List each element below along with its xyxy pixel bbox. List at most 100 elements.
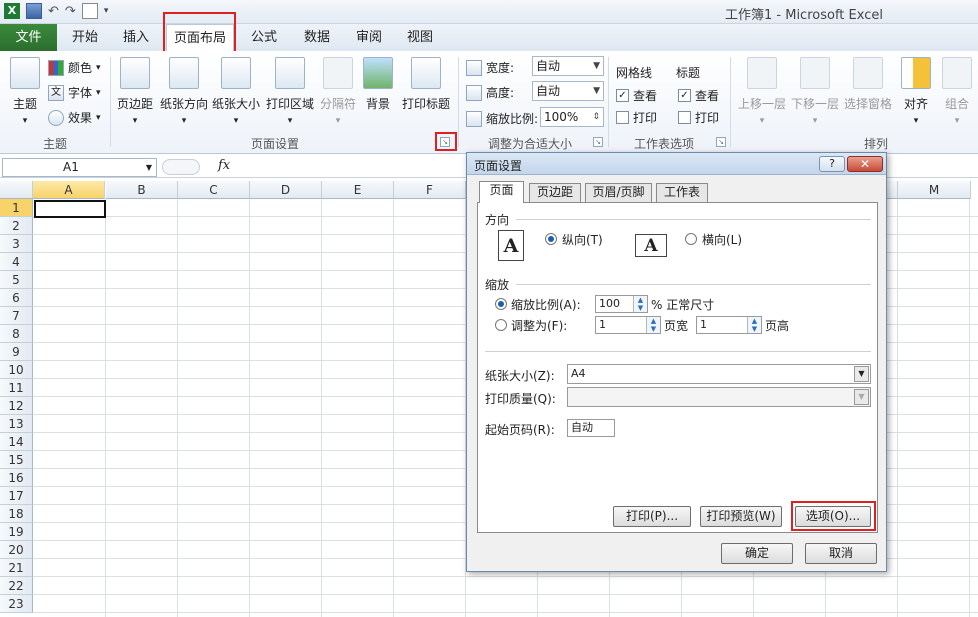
print-button[interactable]: 打印(P)...	[613, 506, 691, 527]
scale-spinner[interactable]: 100% ⇕	[540, 107, 604, 127]
first-page-number-input[interactable]: 自动	[567, 419, 615, 437]
print-titles-button[interactable]: 打印标题	[399, 57, 453, 112]
spinner-icon[interactable]: ▲ ▼	[646, 317, 660, 333]
spinner-icon[interactable]: ▲ ▼	[747, 317, 761, 333]
headings-print-checkbox[interactable]: 打印	[678, 109, 719, 126]
row-header[interactable]: 20	[0, 541, 33, 559]
row-header[interactable]: 3	[0, 235, 33, 253]
cancel-button[interactable]: 取消	[805, 543, 877, 564]
bring-forward-button[interactable]: 上移一层 ▾	[736, 57, 788, 126]
row-header[interactable]: 7	[0, 307, 33, 325]
dialog-tab-page[interactable]: 页面	[479, 181, 524, 203]
fit-to-radio[interactable]	[495, 319, 507, 331]
tab-home[interactable]: 开始	[62, 24, 108, 51]
paper-size-select[interactable]: A4 ▼	[567, 364, 871, 384]
close-button[interactable]: ✕	[847, 156, 883, 172]
insert-function-icon[interactable]: fx	[218, 158, 230, 173]
column-header[interactable]: C	[178, 181, 250, 199]
column-header[interactable]: B	[106, 181, 178, 199]
send-backward-button[interactable]: 下移一层 ▾	[789, 57, 841, 126]
row-header[interactable]: 9	[0, 343, 33, 361]
name-box[interactable]: A1 ▼	[2, 158, 157, 177]
colors-button[interactable]: 颜色 ▾	[48, 59, 101, 76]
tab-view[interactable]: 视图	[397, 24, 443, 51]
row-header[interactable]: 16	[0, 469, 33, 487]
gridlines-print-checkbox[interactable]: 打印	[616, 109, 657, 126]
portrait-radio[interactable]	[545, 233, 557, 245]
fonts-button[interactable]: 文 字体 ▾	[48, 84, 101, 101]
active-cell-a1[interactable]	[34, 200, 106, 218]
select-all-corner[interactable]	[0, 181, 33, 199]
size-button[interactable]: 纸张大小 ▾	[210, 57, 262, 126]
row-header[interactable]: 10	[0, 361, 33, 379]
row-header[interactable]: 17	[0, 487, 33, 505]
effects-button[interactable]: 效果 ▾	[48, 109, 101, 126]
row-header[interactable]: 1	[0, 199, 33, 217]
help-button[interactable]: ?	[819, 156, 845, 172]
column-header[interactable]: M	[898, 181, 971, 199]
ok-button[interactable]: 确定	[721, 543, 793, 564]
gridlines-view-checkbox[interactable]: ✓ 查看	[616, 87, 657, 104]
pages-tall-spinner[interactable]: 1 ▲ ▼	[696, 316, 762, 334]
formula-bar-expand-icon[interactable]	[162, 159, 200, 175]
row-header[interactable]: 11	[0, 379, 33, 397]
row-header[interactable]: 18	[0, 505, 33, 523]
adjust-to-radio[interactable]	[495, 298, 507, 310]
row-header[interactable]: 5	[0, 271, 33, 289]
chevron-down-icon[interactable]: ▼	[854, 389, 869, 405]
landscape-label[interactable]: 横向(L)	[702, 231, 742, 248]
column-header[interactable]: F	[394, 181, 466, 199]
print-quality-select[interactable]: ▼	[567, 387, 871, 407]
group-button[interactable]: 组合 ▾	[940, 57, 974, 126]
dialog-tab-margins[interactable]: 页边距	[529, 183, 581, 202]
tab-file[interactable]: 文件	[0, 24, 57, 51]
column-header[interactable]: A	[33, 181, 105, 199]
background-button[interactable]: 背景	[361, 57, 395, 112]
row-header[interactable]: 4	[0, 253, 33, 271]
chevron-down-icon[interactable]: ▼	[854, 366, 869, 382]
row-header[interactable]: 19	[0, 523, 33, 541]
undo-icon[interactable]: ↶	[48, 4, 59, 19]
selection-pane-button[interactable]: 选择窗格	[842, 57, 894, 112]
height-combo[interactable]: 自动 ▼	[532, 81, 604, 101]
scale-launcher-icon[interactable]: ↘	[593, 137, 603, 147]
row-header[interactable]: 21	[0, 559, 33, 577]
tab-review[interactable]: 审阅	[346, 24, 392, 51]
dialog-tab-header-footer[interactable]: 页眉/页脚	[585, 183, 652, 202]
row-header[interactable]: 8	[0, 325, 33, 343]
tab-formulas[interactable]: 公式	[241, 24, 287, 51]
print-preview-button[interactable]: 打印预览(W)	[700, 506, 782, 527]
adjust-to-spinner[interactable]: 100 ▲ ▼	[595, 295, 648, 313]
dialog-tab-sheet[interactable]: 工作表	[656, 183, 708, 202]
margins-button[interactable]: 页边距 ▾	[114, 57, 156, 126]
row-header[interactable]: 6	[0, 289, 33, 307]
width-combo[interactable]: 自动 ▼	[532, 56, 604, 76]
breaks-button[interactable]: 分隔符 ▾	[318, 57, 358, 126]
save-icon[interactable]	[26, 3, 42, 19]
tab-insert[interactable]: 插入	[113, 24, 159, 51]
fit-to-label[interactable]: 调整为(F):	[511, 317, 567, 334]
customize-qat-icon[interactable]: ▾	[104, 6, 109, 16]
column-header[interactable]: E	[322, 181, 394, 199]
row-header[interactable]: 23	[0, 595, 33, 613]
tab-data[interactable]: 数据	[294, 24, 340, 51]
headings-view-checkbox[interactable]: ✓ 查看	[678, 87, 719, 104]
print-preview-icon[interactable]	[81, 3, 98, 19]
adjust-to-label[interactable]: 缩放比例(A):	[511, 296, 581, 313]
portrait-label[interactable]: 纵向(T)	[562, 231, 603, 248]
spinner-icon[interactable]: ▲ ▼	[633, 296, 647, 312]
align-button[interactable]: 对齐 ▾	[898, 57, 934, 126]
row-header[interactable]: 12	[0, 397, 33, 415]
row-header[interactable]: 2	[0, 217, 33, 235]
sheet-options-launcher-icon[interactable]: ↘	[716, 137, 726, 147]
themes-button[interactable]: 主题 ▾	[6, 57, 44, 126]
pages-wide-spinner[interactable]: 1 ▲ ▼	[595, 316, 661, 334]
row-header[interactable]: 13	[0, 415, 33, 433]
orientation-button[interactable]: 纸张方向 ▾	[158, 57, 210, 126]
landscape-radio[interactable]	[685, 233, 697, 245]
row-header[interactable]: 14	[0, 433, 33, 451]
row-header[interactable]: 15	[0, 451, 33, 469]
print-area-button[interactable]: 打印区域 ▾	[264, 57, 316, 126]
column-header[interactable]: D	[250, 181, 322, 199]
row-header[interactable]: 22	[0, 577, 33, 595]
